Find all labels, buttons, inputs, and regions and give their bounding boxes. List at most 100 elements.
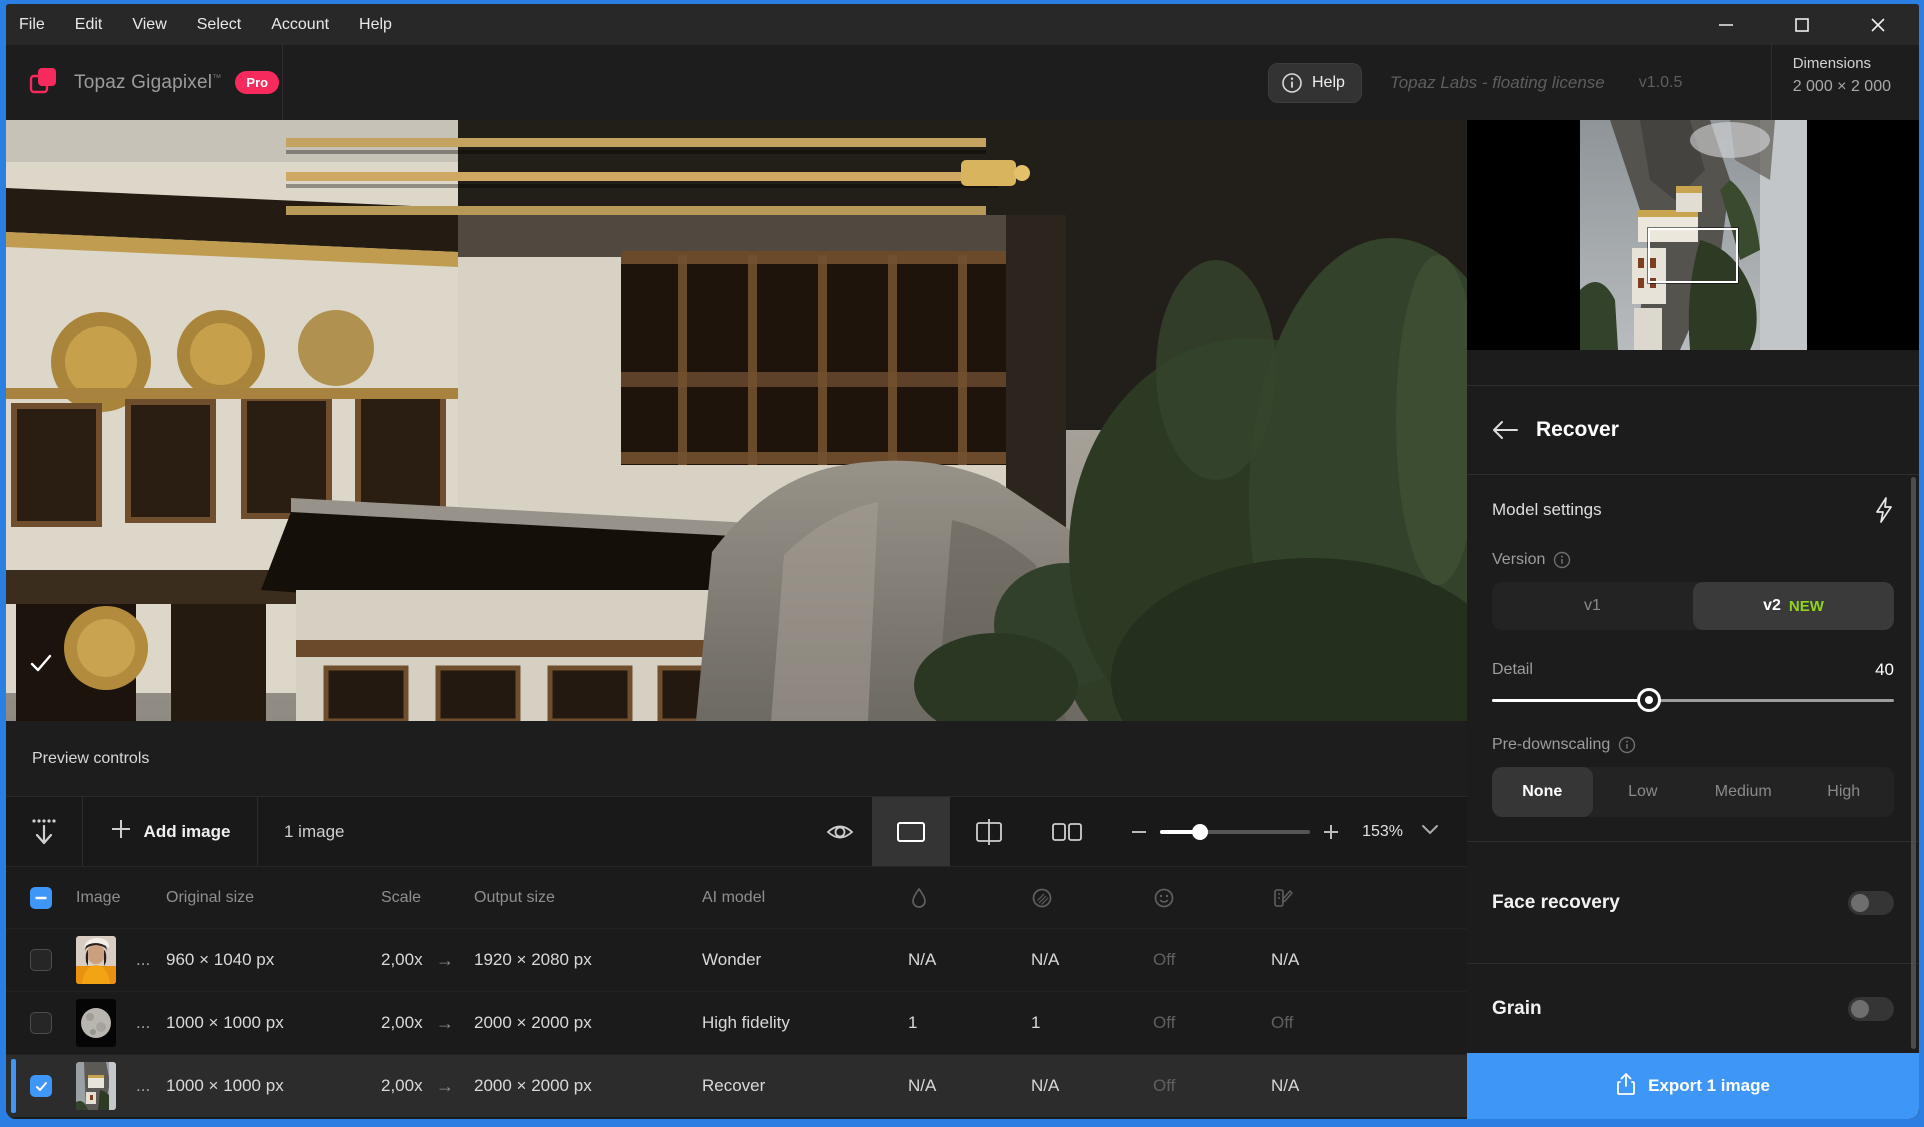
panel-title: Recover — [1536, 418, 1619, 442]
table-row[interactable]: ... 1000 × 1000 px 2,00x → 2000 × 2000 p… — [6, 991, 1467, 1054]
pre-downscaling-high[interactable]: High — [1794, 767, 1895, 817]
detail-label: Detail — [1492, 661, 1533, 679]
row-checkbox[interactable] — [30, 1012, 52, 1034]
application-window: File Edit View Select Account Help — [6, 4, 1919, 1119]
processed-check-icon — [28, 650, 54, 681]
zoom-out-button[interactable] — [1130, 823, 1148, 841]
zoom-in-button[interactable] — [1322, 823, 1340, 841]
info-icon — [1281, 72, 1303, 94]
pre-downscaling-none[interactable]: None — [1492, 767, 1593, 817]
add-image-button[interactable]: Add image — [83, 797, 257, 866]
panel-scrollbar[interactable] — [1911, 477, 1916, 1049]
face-recovery-section: Face recovery — [1467, 842, 1919, 963]
color-value: N/A — [1271, 1076, 1410, 1096]
dimensions-label: Dimensions — [1793, 55, 1891, 72]
navigator-viewport-rect[interactable] — [1648, 228, 1739, 283]
col-header-scale: Scale — [381, 889, 436, 907]
monastery-preview-image — [6, 120, 1467, 721]
menu-edit[interactable]: Edit — [75, 16, 103, 34]
minimize-button[interactable] — [1711, 10, 1741, 40]
info-icon[interactable] — [1553, 551, 1571, 569]
settings-panel: Recover Model settings Version — [1467, 120, 1919, 1119]
pre-downscaling-low[interactable]: Low — [1593, 767, 1694, 817]
col-header-original-size: Original size — [166, 889, 381, 907]
row-checkbox[interactable] — [30, 1075, 52, 1097]
export-button[interactable]: Export 1 image — [1467, 1053, 1919, 1119]
lightning-bolt-icon[interactable] — [1874, 497, 1894, 523]
navigator — [1467, 120, 1919, 350]
scale-value[interactable]: 2,00x — [381, 1013, 436, 1033]
menu-file[interactable]: File — [19, 16, 45, 34]
help-label: Help — [1312, 74, 1345, 92]
zoom-level[interactable]: 153% — [1362, 823, 1403, 841]
scale-value[interactable]: 2,00x — [381, 950, 436, 970]
detail-slider-knob[interactable] — [1640, 691, 1658, 709]
image-queue-table: Image Original size Scale Output size AI… — [6, 867, 1467, 1119]
menu-account[interactable]: Account — [271, 16, 329, 34]
maximize-button[interactable] — [1787, 10, 1817, 40]
row-checkbox[interactable] — [30, 949, 52, 971]
info-icon[interactable] — [1618, 736, 1636, 754]
version-option-v1[interactable]: v1 — [1492, 582, 1693, 630]
filename-ellipsis: ... — [136, 1076, 166, 1096]
color-palette-icon — [1271, 887, 1410, 909]
single-view-button[interactable] — [872, 797, 950, 866]
back-arrow-button[interactable] — [1492, 420, 1518, 440]
row-thumbnail-moon — [76, 999, 116, 1047]
original-size: 1000 × 1000 px — [166, 1013, 381, 1033]
version-label: Version — [1492, 551, 1545, 569]
detail-slider[interactable] — [1492, 692, 1894, 708]
scale-value[interactable]: 2,00x — [381, 1076, 436, 1096]
row-thumbnail-monastery — [76, 1062, 116, 1110]
title-bar: File Edit View Select Account Help — [6, 4, 1919, 45]
pre-downscaling-label: Pre-downscaling — [1492, 736, 1610, 754]
app-version: v1.0.5 — [1639, 74, 1683, 92]
zoom-controls: 153% — [1130, 823, 1467, 841]
select-all-checkbox[interactable] — [30, 887, 52, 909]
col-header-output-size: Output size — [474, 889, 702, 907]
help-button[interactable]: Help — [1268, 63, 1362, 103]
plus-icon — [110, 818, 132, 845]
new-badge: NEW — [1789, 598, 1824, 615]
face-recovery-value: Off — [1153, 950, 1271, 970]
output-size: 2000 × 2000 px — [474, 1013, 702, 1033]
version-segmented-control: v1 v2 NEW — [1492, 582, 1894, 630]
output-size: 1920 × 2080 px — [474, 950, 702, 970]
color-value: N/A — [1271, 950, 1410, 970]
pro-badge: Pro — [235, 71, 279, 94]
zoom-slider[interactable] — [1160, 830, 1310, 834]
toggle-knob — [1851, 1000, 1869, 1018]
preview-canvas[interactable] — [6, 120, 1467, 721]
grain-toggle[interactable] — [1848, 997, 1894, 1021]
model-settings-section: Model settings Version v1 v2 NEW — [1467, 475, 1919, 841]
ai-model[interactable]: Recover — [702, 1076, 908, 1096]
ai-model[interactable]: Wonder — [702, 950, 908, 970]
table-row[interactable]: ... 960 × 1040 px 2,00x → 1920 × 2080 px… — [6, 928, 1467, 991]
output-size: 2000 × 2000 px — [474, 1076, 702, 1096]
face-recovery-toggle[interactable] — [1848, 891, 1894, 915]
preview-controls-label: Preview controls — [32, 750, 149, 768]
menu-view[interactable]: View — [132, 16, 166, 34]
menu-help[interactable]: Help — [359, 16, 392, 34]
table-row-selected[interactable]: ... 1000 × 1000 px 2,00x → 2000 × 2000 p… — [6, 1054, 1467, 1117]
dimensions-value: 2 000 × 2 000 — [1793, 78, 1891, 96]
collapse-panel-button[interactable] — [6, 797, 82, 866]
face-recovery-smiley-icon — [1153, 887, 1271, 909]
export-icon — [1616, 1072, 1636, 1101]
split-view-button[interactable] — [950, 797, 1028, 866]
window-controls — [1711, 10, 1919, 40]
side-by-side-view-button[interactable] — [1028, 797, 1106, 866]
chevron-down-icon[interactable] — [1421, 823, 1439, 841]
texture-grain-icon — [1031, 887, 1153, 909]
navigator-thumbnail[interactable] — [1580, 120, 1807, 350]
denoise-value: N/A — [908, 1076, 1031, 1096]
close-button[interactable] — [1863, 10, 1893, 40]
zoom-slider-knob[interactable] — [1192, 824, 1208, 840]
version-option-v2[interactable]: v2 NEW — [1693, 582, 1894, 630]
preview-original-button[interactable] — [808, 797, 872, 866]
menu-select[interactable]: Select — [197, 16, 241, 34]
app-logo: Topaz Gigapixel™ Pro — [6, 64, 282, 101]
texture-value: N/A — [1031, 950, 1153, 970]
ai-model[interactable]: High fidelity — [702, 1013, 908, 1033]
pre-downscaling-medium[interactable]: Medium — [1693, 767, 1794, 817]
